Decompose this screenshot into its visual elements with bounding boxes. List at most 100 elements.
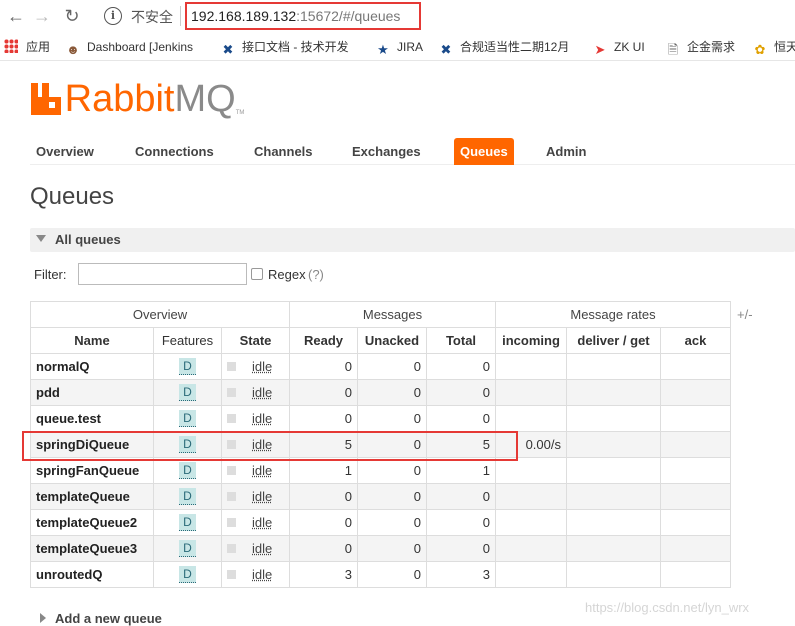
tab-exchanges[interactable]: Exchanges: [346, 138, 427, 165]
column-header-unacked[interactable]: Unacked: [357, 327, 427, 354]
column-toggle-link[interactable]: +/-: [737, 307, 753, 322]
state-text: idle: [252, 385, 273, 400]
state-indicator-icon: [227, 362, 236, 371]
table-row: pdd Didle 0 0 0: [30, 379, 731, 406]
tab-admin[interactable]: Admin: [540, 138, 592, 165]
unacked-cell: 0: [357, 535, 427, 562]
bookmark-label: Dashboard [Jenkins: [87, 40, 194, 54]
bookmark-jira[interactable]: ★ JIRA: [375, 38, 424, 57]
tab-overview[interactable]: Overview: [30, 138, 100, 165]
bookmark-label: JIRA: [397, 40, 424, 54]
incoming-rate-cell: [495, 353, 567, 380]
deliver-get-rate-cell: [566, 379, 661, 406]
deliver-get-rate-cell: [566, 353, 661, 380]
queue-name-link[interactable]: normalQ: [30, 353, 154, 380]
bookmark-requirements[interactable]: 🗎 企金需求: [665, 38, 735, 57]
column-header-incoming[interactable]: incoming: [495, 327, 567, 354]
deliver-get-rate-cell: [566, 457, 661, 484]
incoming-rate-cell: [495, 405, 567, 432]
column-header-deliver-get[interactable]: deliver / get: [566, 327, 661, 354]
main-tabs: Overview Connections Channels Exchanges …: [30, 138, 795, 165]
unacked-cell: 0: [357, 379, 427, 406]
deliver-get-rate-cell: [566, 561, 661, 588]
incoming-rate-cell: [495, 379, 567, 406]
jira-icon: ★: [377, 42, 389, 57]
tab-connections[interactable]: Connections: [129, 138, 220, 165]
page-title: Queues: [30, 183, 115, 210]
column-header-ready[interactable]: Ready: [289, 327, 358, 354]
url-host: 192.168.189.132: [191, 8, 297, 24]
queue-name-link[interactable]: springFanQueue: [30, 457, 154, 484]
hengtian-icon: ✿: [754, 42, 766, 57]
column-header-features: Features: [153, 327, 222, 354]
state-cell: idle: [221, 379, 290, 406]
queue-name-link[interactable]: templateQueue2: [30, 509, 154, 536]
regex-checkbox[interactable]: [251, 268, 263, 280]
durable-badge: D: [179, 566, 196, 583]
ready-cell: 1: [289, 457, 358, 484]
durable-badge: D: [179, 384, 196, 401]
total-cell: 0: [426, 379, 496, 406]
queue-name-link[interactable]: queue.test: [30, 405, 154, 432]
state-text: idle: [252, 541, 273, 556]
queue-name-link[interactable]: springDiQueue: [30, 431, 154, 458]
state-text: idle: [252, 567, 273, 582]
queue-name-link[interactable]: templateQueue: [30, 483, 154, 510]
regex-help-link[interactable]: (?): [308, 267, 324, 282]
durable-badge: D: [179, 462, 196, 479]
state-cell: idle: [221, 561, 290, 588]
queue-name-link[interactable]: unroutedQ: [30, 561, 154, 588]
queue-name-link[interactable]: templateQueue3: [30, 535, 154, 562]
unacked-cell: 0: [357, 457, 427, 484]
ack-rate-cell: [660, 483, 731, 510]
deliver-get-rate-cell: [566, 483, 661, 510]
column-header-name[interactable]: Name: [30, 327, 154, 354]
document-icon: 🗎: [667, 42, 679, 57]
ack-rate-cell: [660, 509, 731, 536]
bookmark-apps[interactable]: 应用: [4, 38, 50, 56]
column-header-ack[interactable]: ack: [660, 327, 731, 354]
wrench-cross-icon: ✖: [440, 42, 452, 57]
ack-rate-cell: [660, 431, 731, 458]
group-header-overview: Overview: [30, 301, 290, 328]
state-cell: idle: [221, 483, 290, 510]
unacked-cell: 0: [357, 431, 427, 458]
filter-input[interactable]: [78, 263, 247, 285]
info-icon[interactable]: i: [104, 7, 122, 25]
table-row: templateQueue3 Didle 0 0 0: [30, 535, 731, 562]
features-cell: D: [153, 379, 222, 406]
tab-queues[interactable]: Queues: [454, 138, 514, 165]
incoming-rate-cell: [495, 509, 567, 536]
bookmark-hengtian[interactable]: ✿ 恒天: [752, 38, 795, 57]
reload-icon[interactable]: ↻: [62, 6, 82, 26]
table-row: templateQueue Didle 0 0 0: [30, 483, 731, 510]
jenkins-icon: ☻: [66, 42, 80, 57]
ready-cell: 0: [289, 483, 358, 510]
column-header-total[interactable]: Total: [426, 327, 496, 354]
queue-name-link[interactable]: pdd: [30, 379, 154, 406]
bookmark-label: 恒天: [774, 40, 795, 54]
total-cell: 0: [426, 483, 496, 510]
bookmark-zkui[interactable]: ➤ ZK UI: [592, 38, 645, 57]
address-bar[interactable]: 192.168.189.132:15672/#/queues: [185, 2, 421, 30]
group-header-messages: Messages: [289, 301, 496, 328]
forward-arrow-icon[interactable]: →: [32, 6, 52, 26]
back-arrow-icon[interactable]: ←: [6, 6, 26, 26]
bookmark-compliance[interactable]: ✖ 合规适当性二期12月: [438, 38, 570, 57]
collapse-triangle-icon: [36, 235, 46, 242]
table-row: unroutedQ Didle 3 0 3: [30, 561, 731, 588]
add-queue-section-toggle[interactable]: Add a new queue: [40, 611, 162, 626]
rabbitmq-logo-icon: [31, 83, 61, 115]
bookmark-api-docs[interactable]: ✖ 接口文档 - 技术开发: [220, 38, 349, 57]
state-cell: idle: [221, 509, 290, 536]
ack-rate-cell: [660, 353, 731, 380]
security-status: 不安全: [131, 9, 173, 25]
rabbitmq-logo[interactable]: RabbitMQTM: [31, 80, 244, 118]
features-cell: D: [153, 431, 222, 458]
apps-grid-icon: [4, 39, 18, 53]
all-queues-section-toggle[interactable]: All queues: [30, 228, 795, 252]
tab-channels[interactable]: Channels: [248, 138, 319, 165]
column-header-state[interactable]: State: [221, 327, 290, 354]
deliver-get-rate-cell: [566, 431, 661, 458]
bookmark-jenkins[interactable]: ☻ Dashboard [Jenkins: [65, 38, 194, 57]
